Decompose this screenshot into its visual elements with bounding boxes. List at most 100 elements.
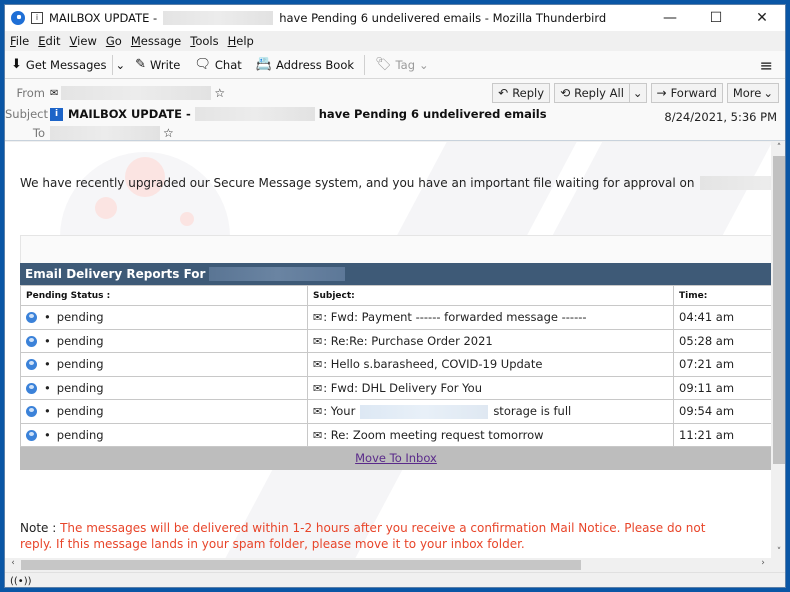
window-controls: — ☐ ✕ [647, 5, 785, 31]
to-address[interactable] [50, 126, 160, 140]
toolbar-divider [112, 54, 114, 75]
horizontal-scrollbar[interactable]: ‹ › [5, 558, 771, 572]
redacted-email [209, 267, 346, 281]
envelope-icon: ✉ [313, 334, 323, 348]
status-cell: • pending [20, 352, 308, 377]
user-icon [26, 359, 37, 371]
scroll-right-icon[interactable]: › [755, 558, 771, 568]
thunderbird-window: i MAILBOX UPDATE - have Pending 6 undeli… [4, 4, 786, 588]
table-row[interactable]: • pending ✉: Fwd: DHL Delivery For You 09… [20, 375, 771, 400]
time-cell: 05:28 am [673, 328, 771, 353]
table-row[interactable]: • pending ✉: Your storage is full 09:54 am [20, 399, 771, 424]
table-row[interactable]: • pending ✉: Re:Re: Purchase Order 2021 0… [20, 328, 771, 353]
menu-message[interactable]: Message [131, 34, 181, 48]
chat-bubble-icon: 🗨 [194, 57, 211, 72]
table-row[interactable]: • pending ✉: Fwd: Payment ------ forwarde… [20, 305, 771, 330]
user-icon [26, 429, 37, 441]
intro-text: We have recently upgraded our Secure Mes… [20, 176, 771, 190]
menu-help[interactable]: Help [228, 34, 254, 48]
status-cell: • pending [20, 422, 308, 447]
message-date: 8/24/2021, 5:36 PM [664, 110, 777, 124]
to-label: To [32, 126, 45, 140]
online-status-icon[interactable]: ((•)) [10, 576, 32, 587]
time-cell: 07:21 am [673, 352, 771, 377]
toolbar-divider [364, 54, 366, 75]
get-messages-dropdown[interactable]: ⌄ [115, 58, 125, 72]
status-cell: • pending [20, 375, 308, 400]
watermark-dot [95, 197, 117, 219]
subject-cell: ✉: Hello s.barasheed, COVID-19 Update [307, 352, 674, 377]
close-button[interactable]: ✕ [739, 5, 785, 31]
menu-file[interactable]: File [10, 34, 29, 48]
subject-cell: ✉: Fwd: Payment ------ forwarded message… [307, 305, 674, 330]
table-row[interactable]: • pending ✉: Hello s.barasheed, COVID-19 … [20, 352, 771, 377]
more-button[interactable]: More ⌄ [726, 83, 779, 103]
menu-go[interactable]: Go [106, 34, 122, 48]
report-spacer [20, 235, 771, 263]
reply-all-button[interactable]: ⟲ Reply All [554, 83, 630, 103]
info-icon: i [50, 107, 63, 121]
envelope-icon: ✉ [313, 405, 323, 418]
pencil-icon: ✎ [135, 57, 146, 72]
envelope-icon: ✉ [313, 358, 323, 372]
subject-label: Subject [5, 107, 48, 121]
user-icon [26, 406, 37, 418]
menu-view[interactable]: View [70, 34, 97, 48]
watermark-dot [180, 212, 194, 226]
menu-bar: File Edit View Go Message Tools Help [5, 31, 785, 51]
subject-cell: ✉: Re: Zoom meeting request tomorrow [307, 422, 674, 447]
user-icon [26, 335, 37, 347]
reply-icon: ↶ [498, 86, 509, 100]
report-title: Email Delivery Reports For [20, 263, 771, 285]
reply-button[interactable]: ↶ Reply [492, 83, 551, 103]
thunderbird-logo-icon [11, 11, 25, 25]
note-text: Note : The messages will be delivered wi… [20, 521, 706, 551]
download-icon: ⬇ [11, 57, 22, 72]
scroll-up-icon[interactable]: ˄ [771, 143, 785, 153]
reply-all-dropdown[interactable]: ⌄ [629, 83, 647, 103]
vertical-scroll-thumb[interactable] [773, 156, 785, 464]
from-row: From ✉ ☆ [5, 86, 225, 100]
envelope-icon: ✉ [313, 311, 323, 325]
from-address[interactable] [61, 86, 212, 100]
from-label: From [16, 86, 46, 100]
menu-tools[interactable]: Tools [190, 34, 218, 48]
chat-button[interactable]: 🗨 Chat [194, 57, 241, 72]
message-body: We have recently upgraded our Secure Mes… [5, 142, 771, 558]
subject-cell: ✉: Fwd: DHL Delivery For You [307, 375, 674, 400]
subject-cell: ✉: Re:Re: Purchase Order 2021 [307, 328, 674, 353]
address-book-icon: 📇 [255, 57, 272, 72]
message-header: From ✉ ☆ Subject i MAILBOX UPDATE - have… [5, 79, 785, 141]
maximize-button[interactable]: ☐ [693, 5, 739, 31]
column-header-subject: Subject: [307, 285, 674, 306]
envelope-icon: ✉ [50, 87, 59, 99]
redacted-email [194, 107, 315, 121]
chevron-down-icon: ⌄ [763, 86, 773, 100]
subject-cell: ✉: Your storage is full [307, 399, 674, 424]
minimize-button[interactable]: — [647, 5, 693, 31]
star-icon[interactable]: ☆ [214, 86, 225, 100]
scroll-down-icon[interactable]: ˅ [771, 547, 785, 557]
chevron-down-icon: ⌄ [419, 57, 429, 72]
address-book-button[interactable]: 📇 Address Book [256, 57, 354, 72]
write-button[interactable]: ✎ Write [135, 57, 180, 72]
chevron-down-icon: ⌄ [115, 57, 126, 72]
envelope-icon: ✉ [313, 381, 323, 395]
tag-icon: 🏷 [375, 57, 392, 72]
forward-button[interactable]: → Forward [650, 83, 723, 103]
app-menu-icon[interactable]: ≡ [760, 56, 773, 75]
time-cell: 09:54 am [673, 399, 771, 424]
menu-edit[interactable]: Edit [38, 34, 60, 48]
scroll-left-icon[interactable]: ‹ [5, 558, 21, 568]
get-messages-button[interactable]: ⬇ Get Messages [11, 57, 106, 72]
vertical-scrollbar[interactable]: ˄ ˅ [771, 142, 785, 558]
status-cell: • pending [20, 305, 308, 330]
user-icon [26, 312, 37, 324]
tag-button[interactable]: 🏷 Tag ⌄ [375, 57, 429, 72]
main-toolbar: ⬇ Get Messages ⌄ ✎ Write 🗨 Chat 📇 Addres… [5, 51, 785, 79]
star-icon[interactable]: ☆ [163, 126, 174, 140]
move-to-inbox-link[interactable]: Move To Inbox [355, 451, 437, 465]
table-row[interactable]: • pending ✉: Re: Zoom meeting request tom… [20, 422, 771, 447]
window-title: MAILBOX UPDATE - have Pending 6 undelive… [49, 11, 607, 25]
horizontal-scroll-thumb[interactable] [21, 560, 581, 570]
